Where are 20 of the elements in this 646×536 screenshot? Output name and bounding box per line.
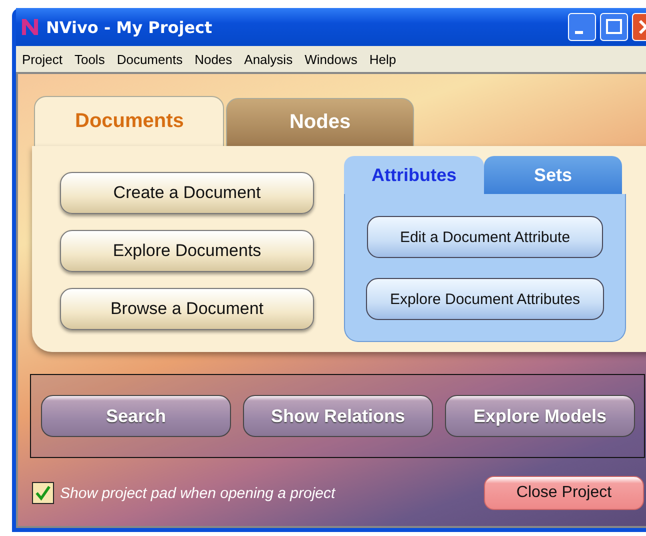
menu-item[interactable]: Nodes (190, 52, 240, 66)
app-logo-icon (20, 17, 40, 37)
tab[interactable]: Attributes (344, 156, 484, 194)
action-button[interactable]: Explore Document Attributes (366, 278, 604, 320)
action-button[interactable]: Create a Document (60, 172, 314, 214)
menu-item[interactable]: Help (365, 52, 404, 66)
checkbox-label: Show project pad when opening a project (60, 484, 336, 502)
menu-item[interactable]: Analysis (240, 52, 301, 66)
menu-item[interactable]: Documents (112, 52, 191, 66)
action-button[interactable]: Explore Documents (60, 230, 314, 272)
action-button[interactable]: Browse a Document (60, 288, 314, 330)
checkbox[interactable] (32, 482, 54, 504)
window-title: NVivo - My Project (46, 18, 212, 36)
action-button[interactable]: Edit a Document Attribute (367, 216, 603, 258)
maximize-icon[interactable] (600, 13, 628, 41)
menu-item[interactable]: Windows (300, 52, 366, 66)
minimize-icon[interactable] (568, 13, 596, 41)
close-project-button[interactable]: Close Project (484, 476, 644, 510)
menu-item[interactable]: Tools (70, 52, 113, 66)
menu-item[interactable]: Project (18, 52, 70, 66)
